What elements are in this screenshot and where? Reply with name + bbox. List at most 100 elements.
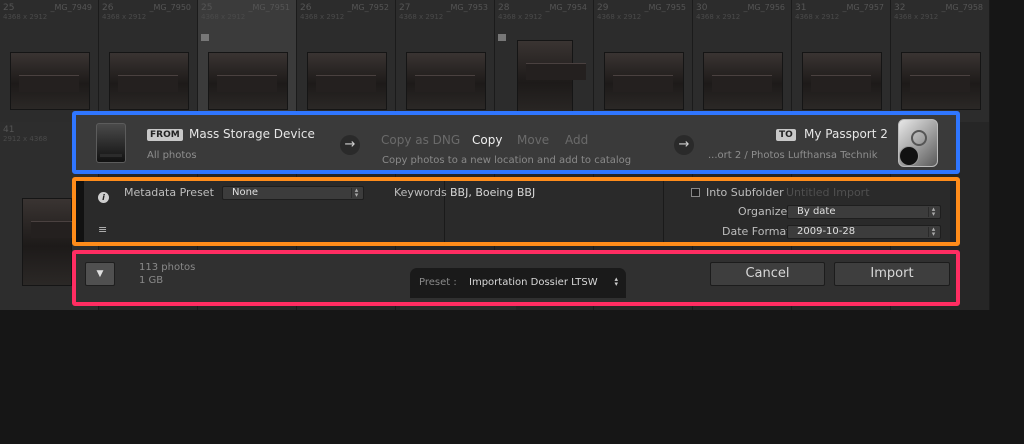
- metadata-preset-label: Metadata Preset: [124, 186, 214, 199]
- date-format-label: Date Format: [722, 225, 791, 238]
- thumbnail-cell[interactable]: 27 _MG_7953 4368 x 2912: [396, 0, 495, 122]
- destination-path[interactable]: ...ort 2 / Photos Lufthansa Technik: [708, 150, 878, 161]
- cell-dimensions: 4368 x 2912: [696, 13, 741, 21]
- organize-select[interactable]: By date ▴ ▾: [787, 205, 941, 219]
- keywords-column: Keywords BBJ, Boeing BBJ: [394, 181, 664, 242]
- import-button[interactable]: Import: [834, 262, 950, 286]
- cell-number: 26: [300, 3, 312, 13]
- thumbnail-image[interactable]: [307, 52, 387, 110]
- thumbnail-image[interactable]: [109, 52, 189, 110]
- thumbnail-cell[interactable]: 30 _MG_7956 4368 x 2912: [693, 0, 792, 122]
- cell-number: 32: [894, 3, 906, 13]
- cell-number: 25: [201, 3, 213, 13]
- to-tag: TO: [776, 129, 796, 141]
- cell-filename: _MG_7952: [347, 3, 389, 12]
- destination-title[interactable]: My Passport 2: [804, 127, 888, 141]
- source-title[interactable]: Mass Storage Device: [189, 127, 315, 141]
- subfolder-name-field[interactable]: Untitled Import: [786, 186, 870, 199]
- hard-drive-icon[interactable]: [96, 123, 126, 163]
- cell-filename: _MG_7951: [248, 3, 290, 12]
- cell-dimensions: 4368 x 2912: [300, 13, 345, 21]
- stepper-icon: ▴ ▾: [928, 226, 938, 238]
- thumbnail-cell[interactable]: 25 _MG_7949 4368 x 2912: [0, 0, 99, 122]
- import-source-destination-bar: FROM Mass Storage Device All photos → Co…: [72, 111, 960, 174]
- mode-add[interactable]: Add: [565, 133, 588, 147]
- cell-number: 41: [3, 125, 15, 135]
- apply-during-import-column: i ≡ Metadata Preset None ▴ ▾: [84, 181, 445, 242]
- flag-icon[interactable]: [498, 34, 506, 41]
- mode-copy[interactable]: Copy: [472, 133, 502, 147]
- arrow-right-icon: →: [340, 135, 360, 155]
- cell-dimensions: 4368 x 2912: [498, 13, 543, 21]
- cell-filename: _MG_7955: [644, 3, 686, 12]
- cell-filename: _MG_7956: [743, 3, 785, 12]
- thumbnail-cell[interactable]: 28 _MG_7954 4368 x 2912: [495, 0, 594, 122]
- thumbnail-cell[interactable]: 25 _MG_7951 4368 x 2912: [198, 0, 297, 122]
- source-subtitle[interactable]: All photos: [147, 150, 197, 161]
- thumbnail-cell[interactable]: 29 _MG_7955 4368 x 2912: [594, 0, 693, 122]
- cell-filename: _MG_7950: [149, 3, 191, 12]
- thumbnail-image[interactable]: [901, 52, 981, 110]
- cell-dimensions: 4368 x 2912: [102, 13, 147, 21]
- flag-icon[interactable]: [201, 34, 209, 41]
- cell-filename: _MG_7949: [50, 3, 92, 12]
- organize-value: By date: [797, 206, 836, 217]
- drive-badge-icon: [899, 146, 919, 166]
- cell-filename: _MG_7954: [545, 3, 587, 12]
- cell-filename: _MG_7957: [842, 3, 884, 12]
- import-preset-selector[interactable]: Preset : Importation Dossier LTSW ▴ ▾: [410, 268, 626, 298]
- thumbnail-image[interactable]: [406, 52, 486, 110]
- thumbnail-image[interactable]: [802, 52, 882, 110]
- thumbnail-cell[interactable]: 31 _MG_7957 4368 x 2912: [792, 0, 891, 122]
- thumbnail-grid-row-1: 25 _MG_7949 4368 x 2912 26 _MG_7950 4368 x 29…: [0, 0, 1024, 122]
- external-drive-icon[interactable]: [898, 119, 938, 167]
- thumbnail-image[interactable]: [22, 198, 91, 286]
- photo-count: 113 photos: [139, 262, 196, 273]
- cell-filename: _MG_7958: [941, 3, 983, 12]
- thumbnail-cell[interactable]: 26 _MG_7952 4368 x 2912: [297, 0, 396, 122]
- cell-dimensions: 4368 x 2912: [201, 13, 246, 21]
- thumbnail-cell[interactable]: 26 _MG_7950 4368 x 2912: [99, 0, 198, 122]
- cell-dimensions: 2912 x 4368: [3, 135, 48, 143]
- cell-filename: _MG_7953: [446, 3, 488, 12]
- cancel-button[interactable]: Cancel: [710, 262, 825, 286]
- into-subfolder-label[interactable]: Into Subfolder: [706, 186, 784, 199]
- keywords-value[interactable]: BBJ, Boeing BBJ: [450, 186, 535, 199]
- cell-dimensions: 4368 x 2912: [399, 13, 444, 21]
- arrow-right-icon: →: [674, 135, 694, 155]
- stepper-icon: ▴ ▾: [614, 275, 618, 288]
- mode-copy-as-dng[interactable]: Copy as DNG: [381, 133, 460, 147]
- cell-number: 25: [3, 3, 15, 13]
- thumbnail-image[interactable]: [604, 52, 684, 110]
- preset-label: Preset :: [419, 277, 457, 288]
- import-options-panel: i ≡ Metadata Preset None ▴ ▾ Keywords BBJ…: [72, 177, 960, 246]
- panel-left-strip: [76, 181, 84, 242]
- expand-dialog-button[interactable]: ▼: [85, 262, 115, 286]
- stepper-icon: ▴ ▾: [928, 206, 938, 218]
- file-handling-column: Into Subfolder Untitled Import Organize …: [664, 181, 950, 242]
- into-subfolder-checkbox[interactable]: [691, 188, 700, 197]
- info-icon[interactable]: i: [98, 192, 109, 203]
- thumbnail-image[interactable]: [208, 52, 288, 110]
- date-format-value: 2009-10-28: [797, 226, 856, 237]
- organize-label: Organize: [738, 205, 788, 218]
- cell-number: 29: [597, 3, 609, 13]
- cell-number: 27: [399, 3, 411, 13]
- grid-scroll-strip: [400, 306, 516, 310]
- cell-dimensions: 4368 x 2912: [3, 13, 48, 21]
- mode-move[interactable]: Move: [517, 133, 549, 147]
- thumbnail-image[interactable]: [517, 40, 586, 118]
- cell-dimensions: 4368 x 2912: [795, 13, 840, 21]
- date-format-select[interactable]: 2009-10-28 ▴ ▾: [787, 225, 941, 239]
- thumbnail-image[interactable]: [10, 52, 90, 110]
- thumbnail-image[interactable]: [703, 52, 783, 110]
- from-tag: FROM: [147, 129, 183, 141]
- thumbnail-cell[interactable]: 32 _MG_7958 4368 x 2912: [891, 0, 990, 122]
- metadata-preset-select[interactable]: None ▴ ▾: [222, 186, 364, 200]
- cell-number: 28: [498, 3, 510, 13]
- list-icon[interactable]: ≡: [98, 224, 107, 235]
- metadata-preset-value: None: [232, 187, 259, 198]
- drive-logo-icon: [911, 130, 927, 146]
- total-size: 1 GB: [139, 275, 164, 286]
- keywords-label: Keywords: [394, 186, 447, 199]
